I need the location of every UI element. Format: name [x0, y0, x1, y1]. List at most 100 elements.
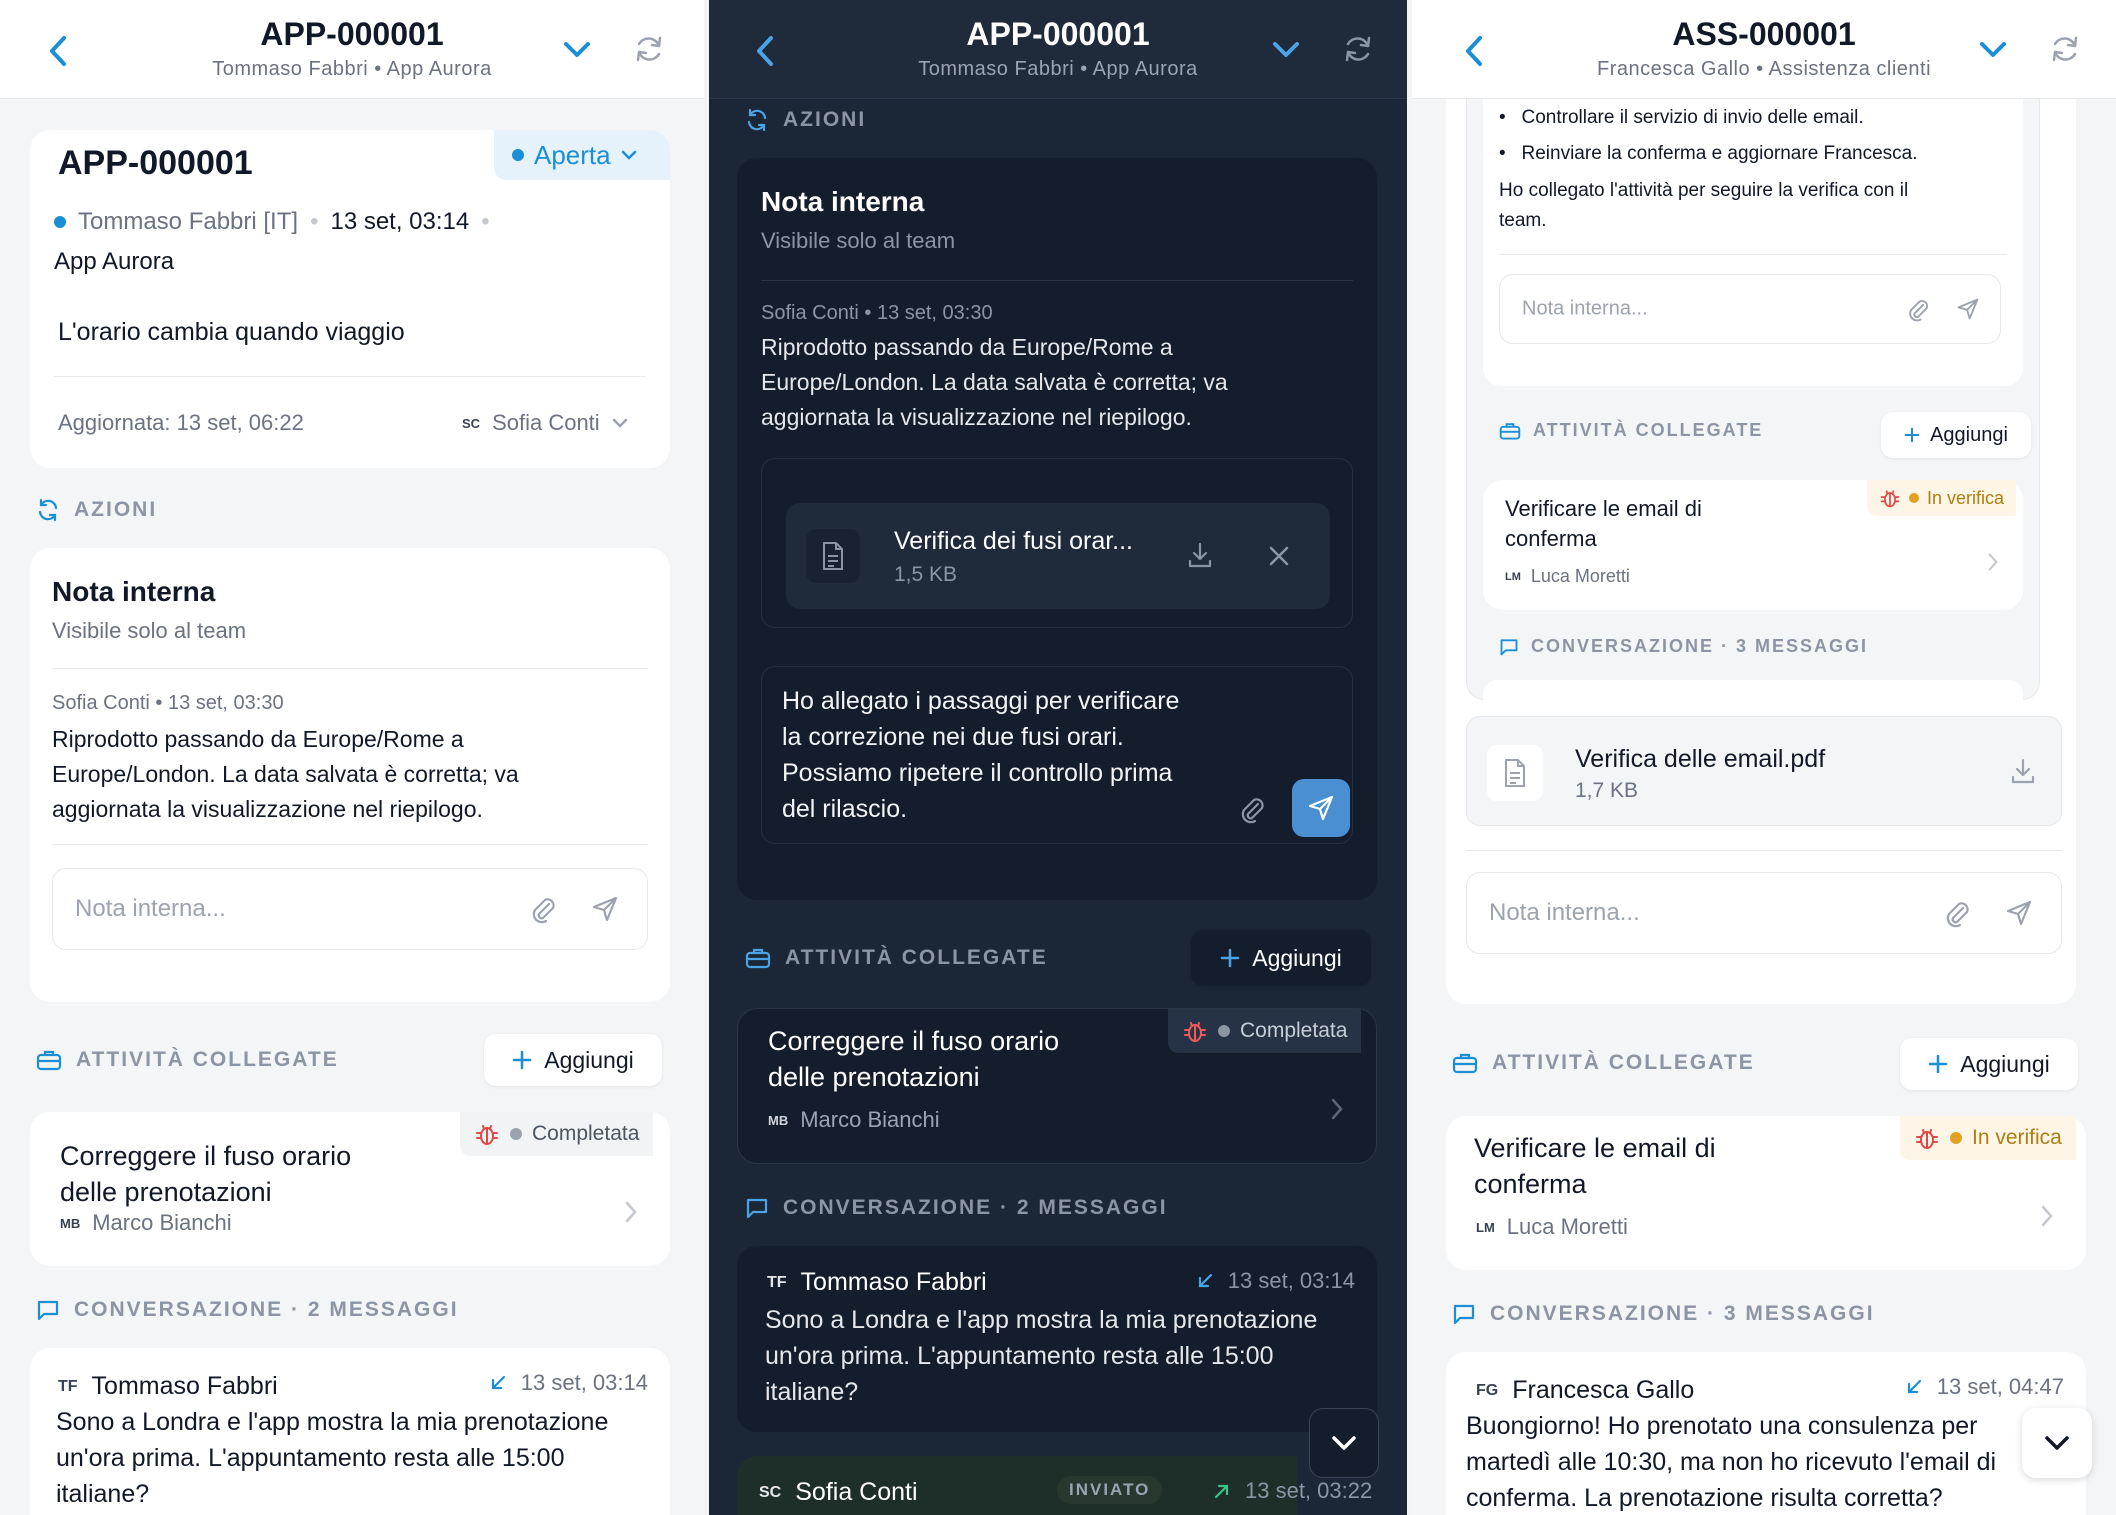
attach-icon[interactable]	[1943, 899, 1971, 929]
avatar: SC	[759, 1483, 782, 1501]
task-owner: LM Luca Moretti	[1476, 1214, 1628, 1240]
panel-light-ticket: APP-000001 Tommaso Fabbri • App Aurora A…	[0, 0, 704, 1515]
attach-icon[interactable]	[529, 895, 557, 925]
briefcase-icon	[36, 1049, 62, 1071]
internal-note-card: Nota interna Visibile solo al team Sofia…	[737, 158, 1377, 900]
chevron-down-icon	[612, 417, 628, 429]
chevron-down-icon[interactable]	[562, 38, 592, 62]
task-title-line: Correggere il fuso orario	[768, 1026, 1060, 1056]
avatar: LM	[1505, 570, 1521, 583]
customer-name: Tommaso Fabbri [IT]	[78, 208, 299, 235]
nested-task-card[interactable]: Verificare le email di conferma In verif…	[1483, 480, 2023, 610]
assignee-dropdown[interactable]: SC Sofia Conti	[462, 410, 628, 436]
message-line: Sono a Londra e l'app mostra la mia pren…	[765, 1306, 1318, 1334]
note-input[interactable]: Nota interna...	[52, 868, 648, 950]
nested-section-conversation: CONVERSAZIONE · 3 MESSAGGI	[1499, 636, 1868, 657]
outgoing-arrow-icon	[1213, 1482, 1231, 1500]
refresh-icon[interactable]	[1343, 34, 1373, 64]
linked-task-card[interactable]: Correggere il fuso orario delle prenotaz…	[30, 1112, 670, 1266]
section-title: ATTIVITÀ COLLEGATE	[76, 1048, 339, 1071]
draft-text: Ho allegato i passaggi per verificare la…	[782, 683, 1179, 827]
close-icon[interactable]	[1268, 545, 1290, 567]
section-actions: AZIONI	[745, 108, 866, 132]
status-dropdown[interactable]: Aperta	[494, 130, 670, 180]
send-icon[interactable]	[2005, 899, 2033, 927]
section-tasks: ATTIVITÀ COLLEGATE	[745, 946, 1048, 970]
draft-input[interactable]: Ho allegato i passaggi per verificare la…	[761, 666, 1353, 844]
file-icon	[1487, 745, 1543, 801]
add-task-label: Aggiungi	[1930, 423, 2008, 446]
bug-icon	[1182, 1018, 1208, 1044]
scroll-down-button[interactable]	[1309, 1408, 1379, 1478]
note-input[interactable]: Nota interna...	[1466, 872, 2062, 954]
send-button[interactable]	[1292, 779, 1350, 837]
download-icon[interactable]	[2009, 757, 2037, 785]
add-task-button[interactable]: Aggiungi	[1191, 930, 1371, 986]
nested-note: • Controllare il servizio di invio delle…	[1483, 60, 2023, 386]
message-body: Buongiorno! Ho prenotato una consulenza …	[1466, 1408, 2076, 1515]
note-line: aggiornata la visualizzazione nel riepil…	[761, 404, 1192, 430]
attachment-chip[interactable]: Verifica delle email.pdf 1,7 KB	[1466, 716, 2062, 826]
scroll-down-button[interactable]	[2022, 1408, 2092, 1478]
attachment-size: 1,7 KB	[1575, 779, 1639, 802]
task-status: In verifica	[1972, 1126, 2062, 1149]
chat-icon	[1499, 637, 1519, 657]
attach-icon[interactable]	[1238, 795, 1266, 825]
chevron-down-icon[interactable]	[1978, 38, 2008, 62]
attachment-chip[interactable]: Verifica dei fusi orar... 1,5 KB	[786, 503, 1330, 609]
message-author: Tommaso Fabbri	[800, 1268, 987, 1296]
page-subtitle: Francesca Gallo • Assistenza clienti	[1596, 58, 1932, 80]
section-title: ATTIVITÀ COLLEGATE	[1533, 420, 1764, 440]
owner-name: Marco Bianchi	[92, 1210, 232, 1235]
divider	[1499, 254, 2007, 255]
add-task-label: Aggiungi	[1960, 1050, 2050, 1077]
divider	[52, 844, 648, 845]
chevron-down-icon[interactable]	[1271, 38, 1301, 62]
assignee-name: Sofia Conti	[492, 410, 600, 435]
chevron-right-icon	[2040, 1204, 2054, 1228]
plus-icon	[1220, 948, 1240, 968]
refresh-icon[interactable]	[2050, 34, 2080, 64]
message-author: Sofia Conti	[795, 1478, 918, 1506]
download-icon[interactable]	[1186, 541, 1214, 569]
refresh-icon[interactable]	[634, 34, 664, 64]
ticket-date: 13 set, 03:14	[330, 208, 470, 235]
draft-line: del rilascio.	[782, 795, 908, 823]
briefcase-icon	[1452, 1052, 1478, 1074]
section-tasks: ATTIVITÀ COLLEGATE	[36, 1048, 339, 1072]
note-thread-card: • Controllare il servizio di invio delle…	[1446, 60, 2076, 1004]
panel-light-assistance: • Controllare il servizio di invio delle…	[1412, 0, 2116, 1515]
task-status: In verifica	[1927, 487, 2005, 508]
task-title-line: Verificare le email di	[1505, 496, 1702, 521]
message-time: 13 set, 03:14	[1196, 1268, 1355, 1294]
add-task-button[interactable]: Aggiungi	[484, 1034, 662, 1086]
message-card-sent: SC Sofia Conti INVIATO 13 set, 03:22	[737, 1456, 1372, 1515]
message-body: Sono a Londra e l'app mostra la mia pren…	[56, 1404, 608, 1512]
nested-add-task-button[interactable]: Aggiungi	[1881, 412, 2031, 458]
linked-task-card[interactable]: Correggere il fuso orario delle prenotaz…	[737, 1008, 1377, 1164]
send-icon[interactable]	[1956, 297, 1980, 321]
send-icon[interactable]	[591, 895, 619, 923]
attachment-size: 1,5 KB	[894, 563, 958, 586]
task-title-line: conferma	[1505, 526, 1597, 551]
message-timestamp: 13 set, 03:14	[520, 1370, 648, 1395]
owner-name: Marco Bianchi	[800, 1107, 940, 1132]
attach-icon[interactable]	[1906, 297, 1930, 323]
section-title: CONVERSAZIONE · 2 MESSAGGI	[74, 1298, 459, 1321]
status-dot	[1218, 1025, 1230, 1037]
owner-name: Luca Moretti	[1530, 566, 1630, 586]
note-line: Riprodotto passando da Europe/Rome a	[761, 334, 1173, 360]
note-line: Europe/London. La data salvata è corrett…	[761, 369, 1228, 395]
task-title: Verificare le email di conferma	[1474, 1130, 1716, 1202]
chevron-down-icon	[621, 149, 637, 161]
updated-at: Aggiornata: 13 set, 06:22	[58, 410, 304, 435]
linked-task-card[interactable]: Verificare le email di conferma In verif…	[1446, 1116, 2086, 1270]
task-title-line: Correggere il fuso orario	[60, 1141, 352, 1171]
message-time: 13 set, 03:14	[489, 1370, 648, 1396]
add-task-button[interactable]: Aggiungi	[1900, 1038, 2078, 1090]
nested-note-input[interactable]: Nota interna...	[1499, 274, 2001, 344]
message-line: conferma. La prenotazione risulta corret…	[1466, 1484, 1943, 1512]
note-title: Nota interna	[52, 576, 216, 607]
ticket-subject: L'orario cambia quando viaggio	[58, 318, 405, 346]
ticket-meta: Tommaso Fabbri [IT] • 13 set, 03:14 •	[54, 208, 490, 236]
